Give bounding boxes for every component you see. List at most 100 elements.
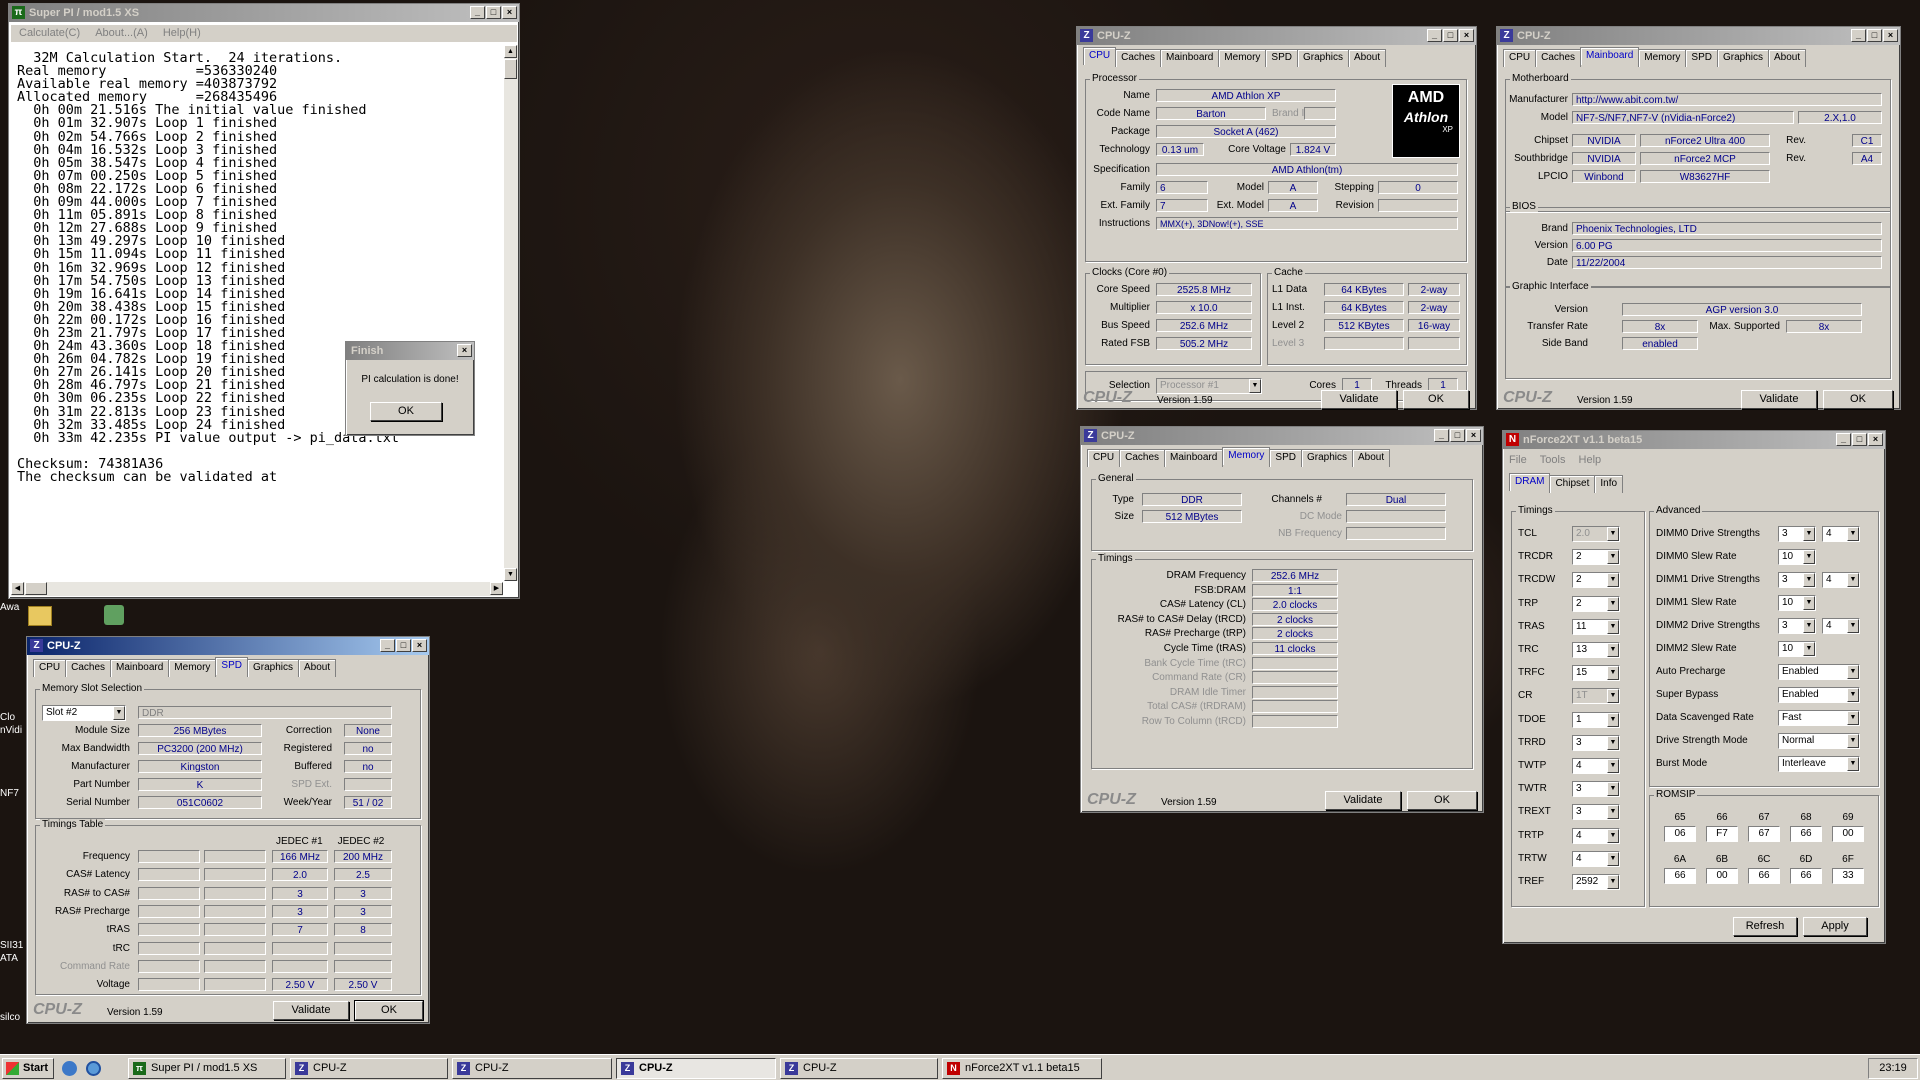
tab-about[interactable]: About xyxy=(1348,49,1387,67)
processor-select[interactable]: Processor #1 ▼ xyxy=(1156,378,1262,394)
tab-about[interactable]: About xyxy=(1768,49,1807,67)
tab-about[interactable]: About xyxy=(1352,449,1391,467)
tab-spd[interactable]: SPD xyxy=(1265,49,1298,67)
nf-adv-select[interactable]: 10 ▼ xyxy=(1778,641,1816,657)
nf-adv-select[interactable]: 10 ▼ xyxy=(1778,549,1816,565)
cpuz-titlebar[interactable]: Z CPU-Z _ □ × xyxy=(27,637,429,655)
minimize-button[interactable]: _ xyxy=(1427,29,1442,42)
ok-button[interactable]: OK xyxy=(1403,390,1469,409)
finish-titlebar[interactable]: Finish × xyxy=(346,342,474,360)
nf-adv-select[interactable]: 10 ▼ xyxy=(1778,595,1816,611)
validate-button[interactable]: Validate xyxy=(1321,390,1397,409)
romsip-input[interactable]: 67 xyxy=(1748,826,1780,842)
tab-caches[interactable]: Caches xyxy=(1115,49,1162,67)
close-button[interactable]: × xyxy=(1466,429,1481,442)
tab-graphics[interactable]: Graphics xyxy=(1716,49,1769,67)
tab-memory[interactable]: Memory xyxy=(168,659,217,677)
tab-cpu[interactable]: CPU xyxy=(1087,449,1121,467)
tab-about[interactable]: About xyxy=(298,659,337,677)
minimize-button[interactable]: _ xyxy=(1851,29,1866,42)
desktop-icon-label[interactable]: Awa xyxy=(0,602,19,613)
romsip-input[interactable]: 00 xyxy=(1832,826,1864,842)
nf-adv-select-2[interactable]: 4 ▼ xyxy=(1822,618,1860,634)
maximize-button[interactable]: □ xyxy=(1852,433,1867,446)
system-tray-clock[interactable]: 23:19 xyxy=(1868,1058,1918,1079)
apply-button[interactable]: Apply xyxy=(1803,917,1867,936)
nf-timing-select[interactable]: 2 ▼ xyxy=(1572,595,1620,612)
menu-tools[interactable]: Tools xyxy=(1540,454,1566,466)
scroll-thumb[interactable] xyxy=(504,59,517,79)
network-quicklaunch-icon[interactable] xyxy=(86,1061,101,1076)
hscroll-thumb[interactable] xyxy=(25,582,47,595)
menu-help[interactable]: Help xyxy=(1579,454,1602,466)
nf-timing-select[interactable]: 2592 ▼ xyxy=(1572,874,1620,890)
desktop-icon-label[interactable]: Clo xyxy=(0,712,15,723)
romsip-input[interactable]: 66 xyxy=(1790,868,1822,884)
close-button[interactable]: × xyxy=(457,344,472,357)
taskbar-cpuz-4[interactable]: Z CPU-Z xyxy=(780,1058,938,1079)
tab-caches[interactable]: Caches xyxy=(1119,449,1166,467)
desktop-icon-label[interactable]: silco xyxy=(0,1012,20,1023)
tab-mainboard[interactable]: Mainboard xyxy=(1580,47,1640,65)
maximize-button[interactable]: □ xyxy=(1450,429,1465,442)
romsip-input[interactable]: F7 xyxy=(1706,826,1738,842)
cpuz-titlebar[interactable]: Z CPU-Z _ □ × xyxy=(1497,27,1900,45)
cpuz-titlebar[interactable]: Z CPU-Z _ □ × xyxy=(1081,427,1483,445)
cpuz-titlebar[interactable]: Z CPU-Z _ □ × xyxy=(1077,27,1476,45)
ie-quicklaunch-icon[interactable] xyxy=(62,1061,77,1076)
tab-mainboard[interactable]: Mainboard xyxy=(110,659,170,677)
tab-mainboard[interactable]: Mainboard xyxy=(1164,449,1224,467)
nf-timing-select[interactable]: 2 ▼ xyxy=(1572,549,1620,566)
folder-icon[interactable] xyxy=(28,606,52,626)
nf-adv-select[interactable]: Enabled ▼ xyxy=(1778,687,1860,703)
start-button[interactable]: Start xyxy=(2,1058,54,1079)
tab-caches[interactable]: Caches xyxy=(65,659,112,677)
minimize-button[interactable]: _ xyxy=(1434,429,1449,442)
nf-timing-select[interactable]: 15 ▼ xyxy=(1572,665,1620,682)
desktop-icon-label[interactable]: ATA xyxy=(0,953,18,964)
close-button[interactable]: × xyxy=(1868,433,1883,446)
tab-caches[interactable]: Caches xyxy=(1535,49,1582,67)
nf-timing-select[interactable]: 3 ▼ xyxy=(1572,781,1620,798)
maximize-button[interactable]: □ xyxy=(1867,29,1882,42)
nf-timing-select[interactable]: 3 ▼ xyxy=(1572,804,1620,821)
menu-help[interactable]: Help(H) xyxy=(163,27,201,39)
maximize-button[interactable]: □ xyxy=(486,6,501,19)
tab-mainboard[interactable]: Mainboard xyxy=(1160,49,1220,67)
validate-button[interactable]: Validate xyxy=(1741,390,1817,409)
ok-button[interactable]: OK xyxy=(354,1000,424,1021)
taskbar-superpi[interactable]: π Super PI / mod1.5 XS xyxy=(128,1058,286,1079)
close-button[interactable]: × xyxy=(1459,29,1474,42)
menu-about[interactable]: About...(A) xyxy=(95,27,148,39)
tab-spd[interactable]: SPD xyxy=(1685,49,1718,67)
romsip-input[interactable]: 66 xyxy=(1748,868,1780,884)
minimize-button[interactable]: _ xyxy=(380,639,395,652)
taskbar-cpuz-3[interactable]: Z CPU-Z xyxy=(616,1058,776,1079)
validate-button[interactable]: Validate xyxy=(273,1001,349,1020)
nforce-titlebar[interactable]: NnForce2XT v1.1 beta15 _ □ × xyxy=(1503,431,1885,449)
nf-timing-select[interactable]: 4 ▼ xyxy=(1572,827,1620,844)
nf-adv-select[interactable]: Fast ▼ xyxy=(1778,710,1860,726)
tab-chipset[interactable]: Chipset xyxy=(1549,475,1596,493)
slot-select[interactable]: Slot #2 ▼ xyxy=(42,705,126,721)
nf-timing-select[interactable]: 1 ▼ xyxy=(1572,711,1620,728)
finish-ok-button[interactable]: OK xyxy=(370,402,442,421)
nf-timing-select[interactable]: 2 ▼ xyxy=(1572,572,1620,589)
romsip-input[interactable]: 06 xyxy=(1664,826,1696,842)
nf-adv-select[interactable]: Normal ▼ xyxy=(1778,733,1860,749)
romsip-input[interactable]: 66 xyxy=(1664,868,1696,884)
validate-button[interactable]: Validate xyxy=(1325,791,1401,810)
tab-memory[interactable]: Memory xyxy=(1218,49,1267,67)
nf-timing-select[interactable]: 13 ▼ xyxy=(1572,642,1620,658)
tab-cpu[interactable]: CPU xyxy=(33,659,67,677)
romsip-input[interactable]: 33 xyxy=(1832,868,1864,884)
taskbar-cpuz-2[interactable]: Z CPU-Z xyxy=(452,1058,612,1079)
taskbar-cpuz-1[interactable]: Z CPU-Z xyxy=(290,1058,448,1079)
scroll-down-icon[interactable]: ▼ xyxy=(504,568,517,581)
tab-cpu[interactable]: CPU xyxy=(1083,47,1117,65)
setup-icon[interactable] xyxy=(104,605,124,625)
tab-info[interactable]: Info xyxy=(1594,475,1624,493)
refresh-button[interactable]: Refresh xyxy=(1733,917,1797,936)
tab-graphics[interactable]: Graphics xyxy=(1300,449,1353,467)
tab-cpu[interactable]: CPU xyxy=(1503,49,1537,67)
